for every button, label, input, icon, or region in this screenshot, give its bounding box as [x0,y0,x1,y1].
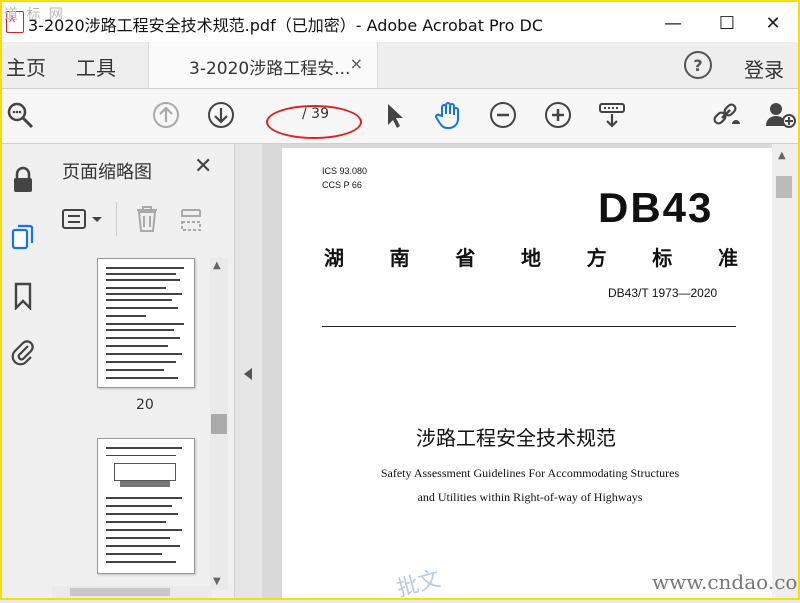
highlight-annotation [266,105,362,139]
lock-icon[interactable] [2,162,44,198]
document-title-cn: 涉路工程安全技术规范 [416,426,616,450]
delete-icon[interactable] [134,204,160,238]
page-thumbnail[interactable] [97,258,195,388]
divider-line [322,326,736,327]
thumbnail-hscroll-thumb[interactable] [70,588,170,596]
standard-type-char: 方 [586,246,607,270]
panel-title: 页面缩略图 [62,162,152,183]
ics-code: ICS 93.080 [322,166,368,176]
maximize-button[interactable]: ☐ [704,4,750,42]
document-title-en-line1: Safety Assessment Guidelines For Accommo… [380,466,680,480]
thumbnail-scroll-thumb[interactable] [211,414,227,434]
zoom-in-icon[interactable] [542,99,574,131]
tab-bar: 主页 工具 3-2020涉路工程安... × ? 登录 [2,42,798,89]
help-icon[interactable]: ? [684,51,712,79]
panel-splitter[interactable] [236,144,263,600]
standard-type-char: 南 [389,246,410,270]
ics-code-block: ICS 93.080 CCS P 66 [322,164,367,192]
title-bar: ⅄ 道 标 网 3-2020涉路工程安全技术规范.pdf（已加密）- Adobe… [2,2,798,42]
document-title-en-line2: and Utilities within Right-of-way of Hig… [417,490,643,504]
panel-close-icon[interactable]: ✕ [194,154,212,179]
down-arrow-icon[interactable] [205,99,237,131]
add-user-icon[interactable] [764,99,796,131]
document-tab-label: 3-2020涉路工程安... [189,59,351,79]
standard-type: 湖 南 省 地 方 标 准 [324,242,738,271]
left-rail [2,144,45,600]
menu-tools[interactable]: 工具 [76,52,116,81]
scroll-up-icon[interactable]: ▲ [213,260,221,271]
ccs-code: CCS P 66 [322,180,362,190]
login-button[interactable]: 登录 [744,54,784,83]
select-arrow-icon[interactable] [378,99,410,131]
window-title: 3-2020涉路工程安全技术规范.pdf（已加密）- Adobe Acrobat… [28,16,544,35]
toolbar: / 39 [2,89,798,144]
site-watermark: www.cndao.com [652,570,800,594]
thumbnail-list: 20 [52,252,218,592]
minimize-button[interactable]: — [650,4,696,42]
close-button[interactable]: ✕ [750,4,796,42]
standard-type-char: 地 [520,246,541,270]
document-scrollbar[interactable] [772,144,798,600]
up-arrow-icon[interactable] [150,99,182,131]
attachment-icon[interactable] [2,334,44,370]
menu-home[interactable]: 主页 [6,52,46,81]
standard-number: DB43/T 1973—2020 [608,286,718,300]
standard-type-char: 标 [652,246,673,270]
scroll-down-icon[interactable]: ▼ [213,576,221,587]
panel-toolbar [60,202,220,238]
thumbnail-page-label: 20 [136,397,154,413]
standard-type-char: 准 [717,246,738,270]
standard-type-char: 省 [455,246,476,270]
zoom-out-icon[interactable] [487,99,519,131]
collapse-panel-icon[interactable] [244,368,252,380]
thumbnail-options-icon[interactable] [60,206,106,238]
document-scroll-thumb[interactable] [776,176,792,198]
read-mode-icon[interactable] [596,99,628,131]
bookmark-icon[interactable] [2,278,44,314]
standard-type-char: 湖 [324,246,344,270]
toolbar-divider [116,202,117,236]
document-tab[interactable]: 3-2020涉路工程安... × [148,42,378,88]
thumbnail-panel: 页面缩略图 ✕ 20 [44,144,235,600]
hand-icon[interactable] [432,99,464,131]
tab-close-icon[interactable]: × [350,54,363,73]
extract-pages-icon[interactable] [178,206,206,238]
standard-code: DB43 [598,184,714,231]
doc-scroll-up-icon[interactable]: ▲ [778,150,786,161]
page-thumbnail[interactable] [97,438,195,574]
page-thumbnails-icon[interactable] [2,220,44,256]
search-icon[interactable] [4,99,36,131]
share-link-icon[interactable] [710,99,742,131]
